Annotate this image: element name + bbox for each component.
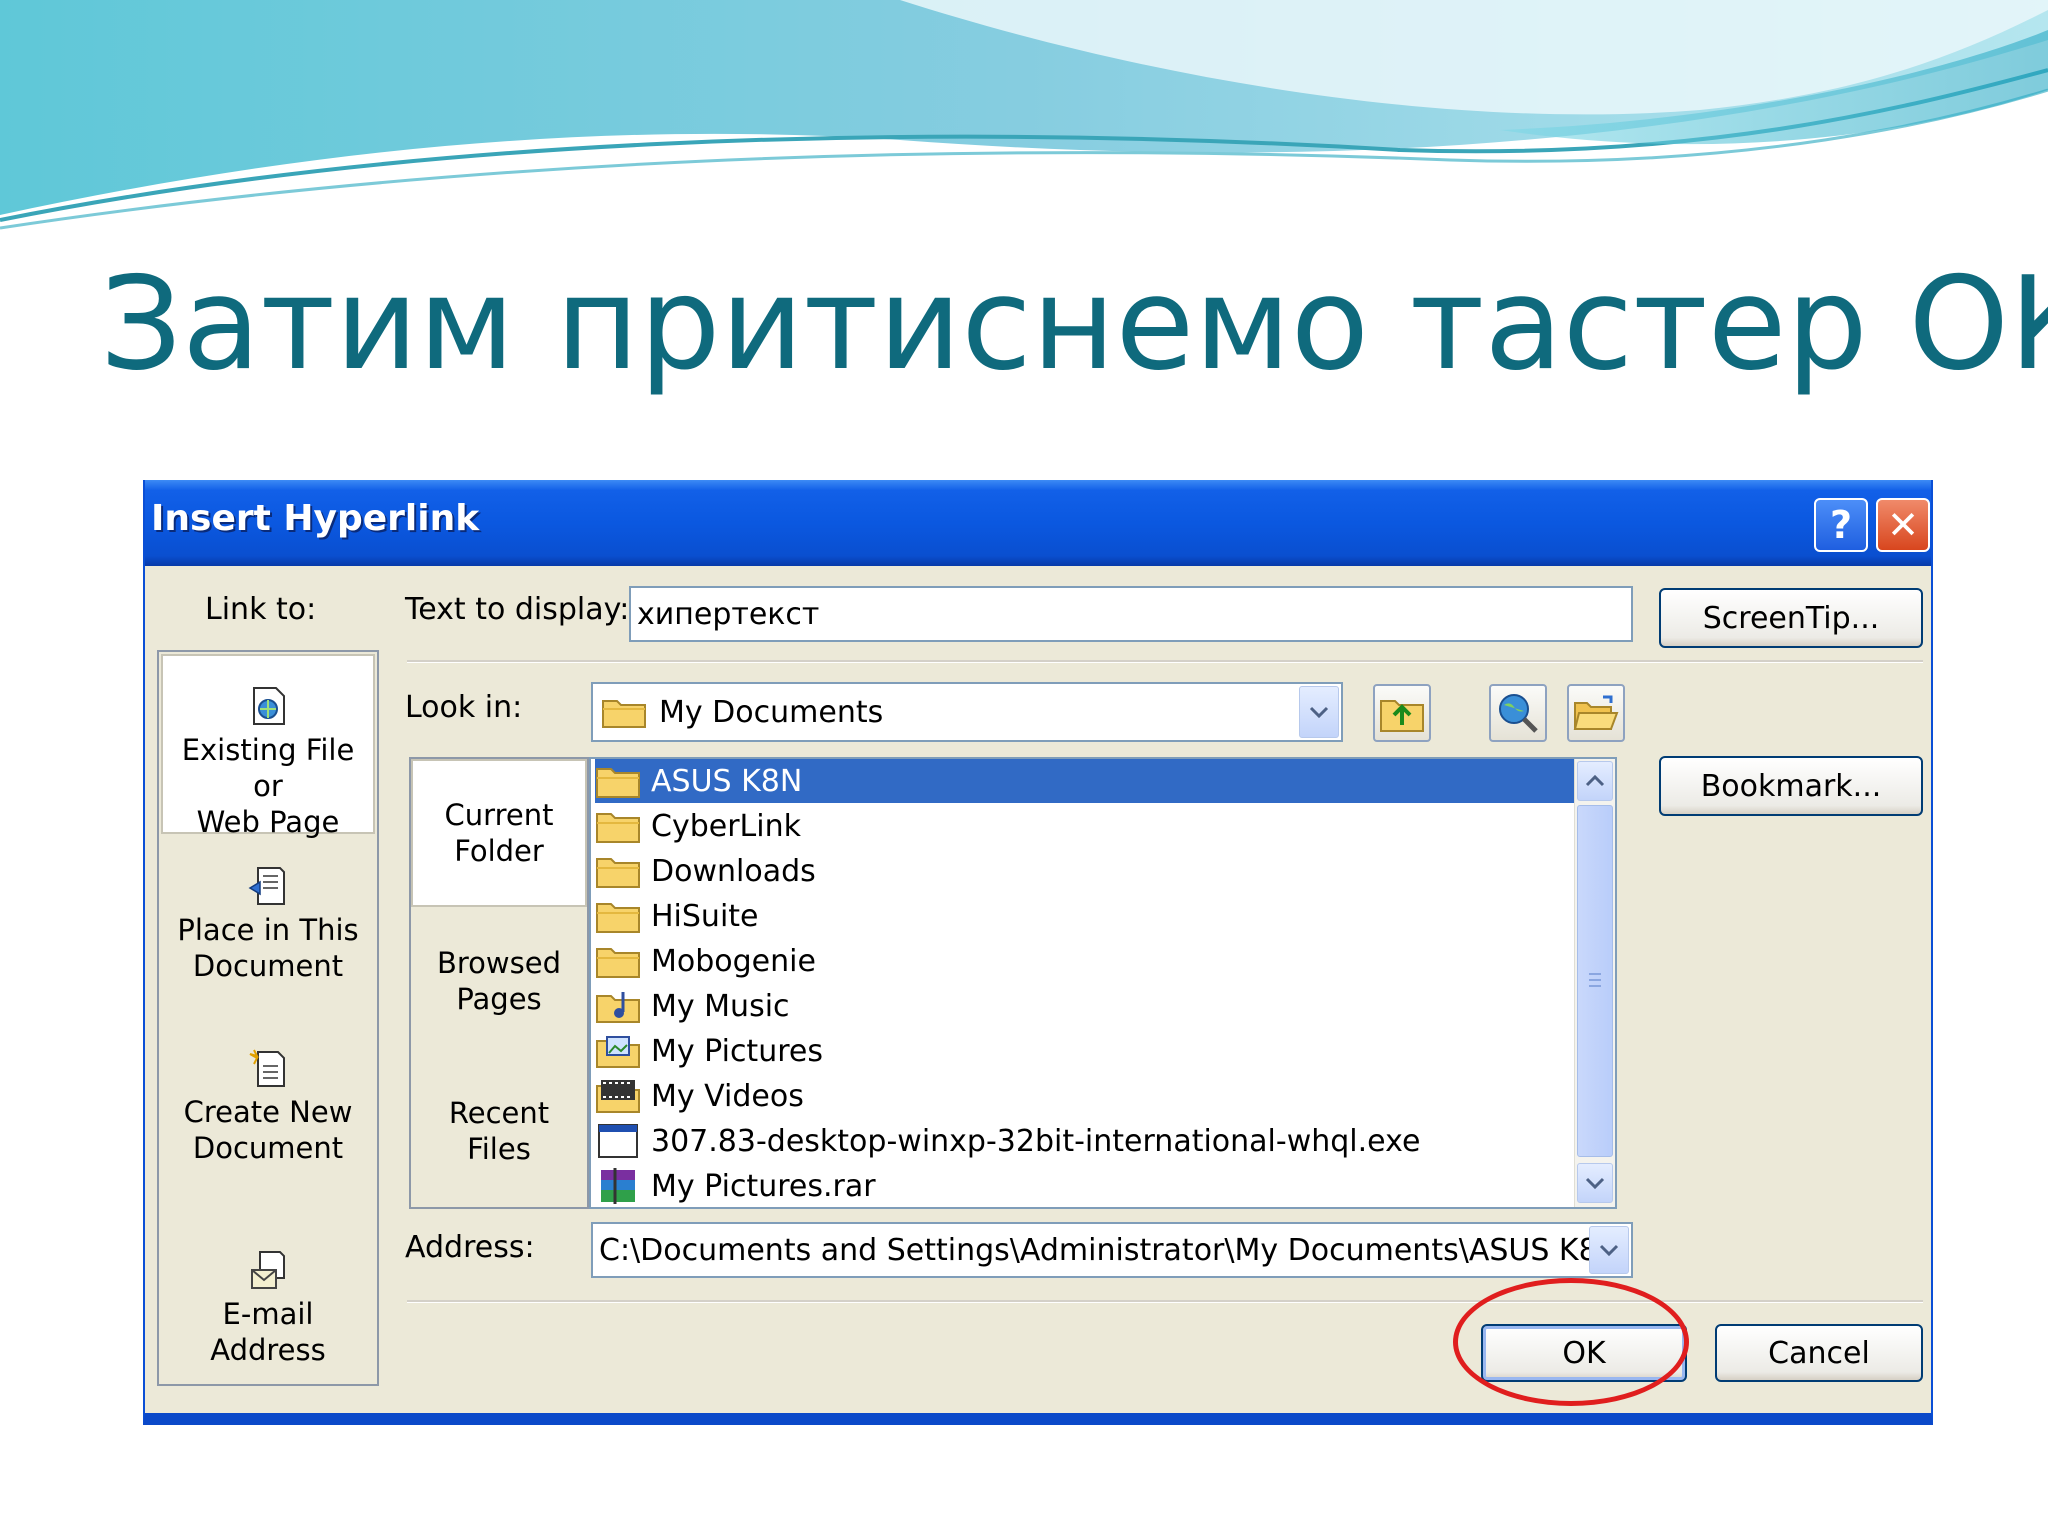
place-current-folder[interactable]: Current Folder — [411, 759, 587, 907]
link-to-bar: Existing File or Web Page Place in This … — [157, 650, 379, 1386]
place-line2: Files — [467, 1132, 531, 1166]
file-row[interactable]: ASUS K8N — [595, 759, 1577, 803]
file-list-scrollbar[interactable] — [1574, 759, 1615, 1207]
chevron-down-icon — [1585, 1177, 1605, 1190]
pictures-folder-icon — [596, 1036, 640, 1068]
link-to-existing-file[interactable]: Existing File or Web Page — [161, 654, 375, 839]
folder-icon — [596, 903, 640, 933]
email-icon — [251, 1251, 285, 1289]
browse-web-button[interactable] — [1489, 684, 1547, 742]
file-row[interactable]: CyberLink — [595, 804, 1577, 848]
web-search-icon — [1499, 694, 1538, 733]
rar-archive-icon — [601, 1168, 635, 1204]
scroll-thumb[interactable] — [1577, 805, 1613, 1157]
file-name: My Music — [651, 988, 790, 1024]
file-row[interactable]: 307.83-desktop-winxp-32bit-international… — [595, 1119, 1577, 1163]
file-row[interactable]: My Pictures.rar — [595, 1164, 1577, 1207]
file-row[interactable]: My Music — [595, 984, 1577, 1028]
folder-icon — [596, 768, 640, 798]
browse-file-button[interactable] — [1567, 684, 1625, 742]
help-button[interactable]: ? — [1814, 498, 1868, 552]
chevron-down-icon — [1599, 1244, 1619, 1257]
videos-folder-icon — [596, 1080, 640, 1113]
file-list[interactable]: ASUS K8N CyberLink Downloads HiSuite Mob… — [589, 757, 1617, 1209]
dialog-title: Insert Hyperlink — [151, 498, 480, 539]
exe-file-icon — [598, 1124, 638, 1158]
help-icon: ? — [1829, 503, 1853, 547]
text-to-display-input[interactable]: хипертекст — [629, 586, 1633, 642]
file-row[interactable]: My Pictures — [595, 1029, 1577, 1073]
place-recent-files[interactable]: Recent Files — [411, 1095, 587, 1167]
link-to-label: Link to: — [205, 592, 317, 627]
link-item-line1: E-mail Address — [210, 1297, 326, 1367]
chevron-up-icon — [1585, 774, 1605, 787]
file-name: My Pictures.rar — [651, 1168, 876, 1204]
file-name: 307.83-desktop-winxp-32bit-international… — [651, 1123, 1421, 1159]
look-in-select[interactable]: My Documents — [591, 682, 1343, 742]
link-item-line2: Document — [192, 1131, 344, 1165]
document-place-icon — [248, 867, 285, 905]
bookmark-button[interactable]: Bookmark... — [1659, 756, 1923, 816]
file-row[interactable]: Mobogenie — [595, 939, 1577, 983]
link-to-create-new-document[interactable]: Create New Document — [161, 1046, 375, 1166]
file-name: CyberLink — [651, 808, 801, 844]
folder-icon — [596, 948, 640, 978]
link-item-line2: Document — [192, 949, 344, 983]
folder-icon — [602, 700, 646, 728]
place-line1: Recent — [448, 1096, 550, 1130]
link-item-line1: Place in This — [177, 913, 359, 947]
text-to-display-label: Text to display: — [405, 592, 630, 627]
header-wave-decoration — [0, 0, 2048, 230]
chevron-down-icon — [1309, 706, 1329, 719]
place-browsed-pages[interactable]: Browsed Pages — [411, 945, 587, 1017]
folder-icon — [596, 858, 640, 888]
file-name: Mobogenie — [651, 943, 816, 979]
screentip-button[interactable]: ScreenTip... — [1659, 588, 1923, 648]
place-line1: Browsed — [436, 946, 561, 980]
new-document-icon — [249, 1049, 285, 1087]
cancel-button[interactable]: Cancel — [1715, 1324, 1923, 1382]
grip-icon — [1589, 973, 1601, 987]
up-folder-icon — [1380, 700, 1424, 732]
file-row[interactable]: My Videos — [595, 1074, 1577, 1118]
insert-hyperlink-dialog: Insert Hyperlink ? ✕ Link to: Existing F… — [143, 480, 1933, 1425]
close-button[interactable]: ✕ — [1876, 498, 1930, 552]
places-bar: Current Folder Browsed Pages Recent File… — [409, 757, 589, 1209]
file-name: Downloads — [651, 853, 816, 889]
file-row[interactable]: Downloads — [595, 849, 1577, 893]
folder-icon — [596, 813, 640, 843]
dialog-titlebar[interactable]: Insert Hyperlink ? ✕ — [145, 480, 1931, 566]
music-folder-icon — [596, 992, 640, 1023]
address-input[interactable]: C:\Documents and Settings\Administrator\… — [591, 1222, 1633, 1278]
link-item-line2: Web Page — [196, 805, 340, 839]
address-dropdown-button[interactable] — [1589, 1226, 1629, 1274]
scroll-up-button[interactable] — [1577, 761, 1613, 801]
open-folder-icon — [1573, 695, 1619, 730]
file-name: ASUS K8N — [651, 763, 803, 799]
place-line2: Pages — [456, 982, 542, 1016]
web-file-icon — [253, 687, 285, 725]
slide-title: Затим притиснемо тастер ОК. — [100, 250, 2048, 399]
close-icon: ✕ — [1887, 503, 1919, 547]
look-in-value: My Documents — [659, 694, 884, 730]
file-name: My Videos — [651, 1078, 804, 1114]
scroll-down-button[interactable] — [1577, 1163, 1613, 1203]
separator-top — [407, 660, 1923, 663]
place-line1: Current — [444, 798, 554, 832]
place-line2: Folder — [454, 834, 544, 868]
address-label: Address: — [405, 1230, 535, 1265]
separator-bottom — [407, 1300, 1923, 1303]
file-name: My Pictures — [651, 1033, 823, 1069]
look-in-label: Look in: — [405, 690, 523, 725]
link-item-line1: Create New — [183, 1095, 353, 1129]
up-one-folder-button[interactable] — [1373, 684, 1431, 742]
link-item-line1: Existing File or — [181, 733, 355, 803]
ok-button[interactable]: OK — [1481, 1324, 1687, 1382]
link-to-place-in-document[interactable]: Place in This Document — [161, 864, 375, 984]
look-in-dropdown-button[interactable] — [1299, 686, 1339, 738]
link-to-email-address[interactable]: E-mail Address — [161, 1248, 375, 1368]
file-row[interactable]: HiSuite — [595, 894, 1577, 938]
file-name: HiSuite — [651, 898, 759, 934]
